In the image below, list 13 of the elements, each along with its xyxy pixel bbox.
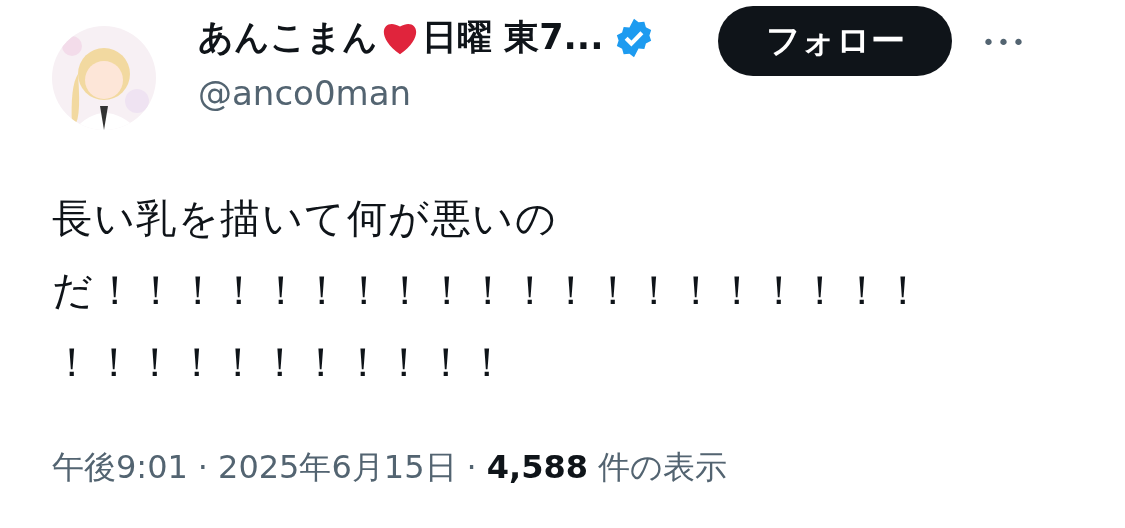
separator: ·: [466, 448, 477, 486]
display-name: 日曜 東7...: [422, 16, 604, 59]
display-name: あんこまん: [198, 16, 378, 59]
post-text-line: だ！！！！！！！！！！！！！！！！！！！！: [52, 266, 926, 315]
separator: ·: [197, 448, 209, 486]
post-text-line: ！！！！！！！！！！！: [52, 338, 510, 387]
user-handle: @anco0man: [198, 73, 412, 113]
post-time: 午後9:01: [52, 447, 188, 488]
post-text-line: 長い乳を描いて何が悪いの: [52, 194, 558, 243]
view-count: 4,588 件の表示: [486, 447, 728, 488]
more-button[interactable]: •••: [982, 30, 1027, 55]
follow-button[interactable]: フォロー: [718, 6, 952, 76]
post-date: 2025年6月15日: [218, 447, 457, 488]
